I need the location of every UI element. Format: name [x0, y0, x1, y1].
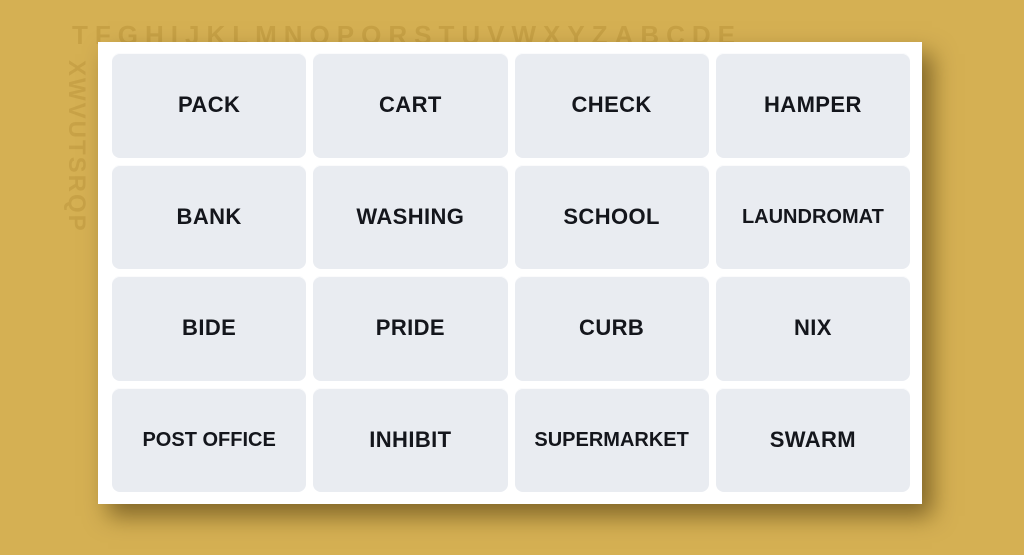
- word-tile-label: PRIDE: [375, 315, 445, 341]
- word-tile[interactable]: SCHOOL: [514, 164, 709, 269]
- word-tile[interactable]: HAMPER: [715, 53, 910, 158]
- word-tile[interactable]: CHECK: [514, 53, 709, 158]
- word-tile[interactable]: SWARM: [715, 387, 910, 492]
- word-tile[interactable]: INHIBIT: [313, 387, 508, 492]
- word-tile[interactable]: CURB: [514, 276, 709, 381]
- word-tile-label: HAMPER: [764, 92, 862, 118]
- word-tile-label: CURB: [579, 315, 645, 341]
- word-tile[interactable]: BANK: [112, 164, 307, 269]
- word-tile[interactable]: PACK: [112, 53, 307, 158]
- word-tile-label: PACK: [177, 92, 241, 118]
- background-watermark-left: XWVUTSRQP: [63, 60, 90, 233]
- word-tile[interactable]: LAUNDROMAT: [715, 164, 910, 269]
- word-tile-label: BIDE: [182, 315, 237, 341]
- word-tile-label: SWARM: [769, 426, 857, 452]
- word-tile-label: CART: [379, 92, 442, 118]
- word-tile-label: INHIBIT: [369, 426, 452, 452]
- word-tile-label: SUPERMARKET: [534, 428, 689, 451]
- word-tile[interactable]: SUPERMARKET: [514, 387, 709, 492]
- word-tile-label: WASHING: [356, 203, 465, 229]
- word-tile[interactable]: WASHING: [313, 164, 508, 269]
- word-tile-label: NIX: [793, 315, 832, 341]
- word-tile[interactable]: CART: [313, 53, 508, 158]
- puzzle-board-card: PACK CART CHECK HAMPER BANK WASHING SCHO…: [98, 42, 922, 504]
- word-tile-label: BANK: [176, 203, 242, 229]
- word-tile-label: SCHOOL: [563, 203, 660, 229]
- word-tile[interactable]: POST OFFICE: [112, 387, 307, 492]
- word-tile[interactable]: PRIDE: [313, 276, 508, 381]
- word-tile-grid: PACK CART CHECK HAMPER BANK WASHING SCHO…: [112, 53, 910, 492]
- word-tile[interactable]: BIDE: [112, 276, 307, 381]
- word-tile-label: CHECK: [571, 92, 652, 118]
- word-tile[interactable]: NIX: [715, 276, 910, 381]
- word-tile-label: LAUNDROMAT: [741, 205, 884, 228]
- word-tile-label: POST OFFICE: [142, 428, 276, 451]
